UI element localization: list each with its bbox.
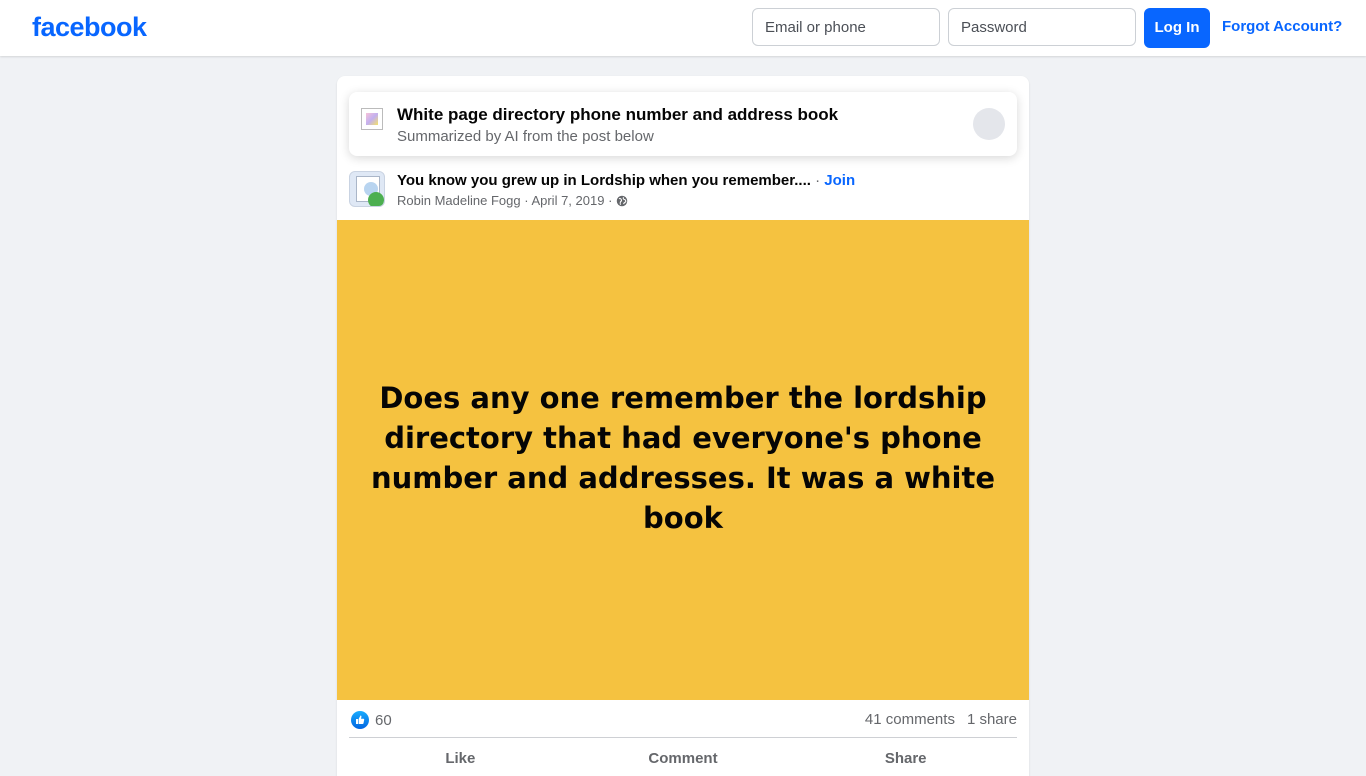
post-date[interactable]: April 7, 2019 <box>531 193 604 208</box>
summary-subtitle: Summarized by AI from the post below <box>397 128 654 145</box>
post-meta: Robin Madeline Fogg · April 7, 2019 · <box>397 193 628 208</box>
facebook-logo[interactable]: facebook <box>32 12 147 43</box>
forgot-account-link[interactable]: Forgot Account? <box>1222 18 1342 35</box>
comments-count[interactable]: 41 comments <box>865 711 955 728</box>
email-field[interactable] <box>752 8 940 46</box>
group-title-line: You know you grew up in Lordship when yo… <box>397 172 855 189</box>
ai-summary-card[interactable]: White page directory phone number and ad… <box>349 92 1017 156</box>
action-bar: Like Comment Share <box>349 738 1017 776</box>
login-button[interactable]: Log In <box>1144 8 1210 48</box>
summary-image-icon <box>361 108 383 130</box>
summary-title: White page directory phone number and ad… <box>397 105 839 124</box>
post-body-text: Does any one remember the lordship direc… <box>370 381 996 535</box>
summary-options-button[interactable] <box>973 108 1005 140</box>
reaction-count: 60 <box>375 711 392 729</box>
engagement-counts: 41 comments 1 share <box>865 711 1017 728</box>
password-field[interactable] <box>948 8 1136 46</box>
share-button[interactable]: Share <box>794 738 1017 776</box>
author-name[interactable]: Robin Madeline Fogg <box>397 193 521 208</box>
reaction-summary[interactable]: 60 <box>351 711 392 729</box>
top-bar: facebook Log In Forgot Account? <box>0 0 1366 56</box>
like-button[interactable]: Like <box>349 738 572 776</box>
group-avatar[interactable] <box>349 171 385 207</box>
meta-separator: · <box>608 193 613 208</box>
post-card: White page directory phone number and ad… <box>337 76 1029 776</box>
join-link[interactable]: Join <box>824 172 855 189</box>
comment-button[interactable]: Comment <box>572 738 795 776</box>
meta-separator: · <box>524 193 529 208</box>
globe-icon <box>616 195 628 207</box>
like-reaction-icon <box>351 711 369 729</box>
title-separator: · <box>815 172 821 189</box>
post-text-background: Does any one remember the lordship direc… <box>337 220 1029 700</box>
shares-count[interactable]: 1 share <box>967 711 1017 728</box>
group-name-link[interactable]: You know you grew up in Lordship when yo… <box>397 172 811 189</box>
